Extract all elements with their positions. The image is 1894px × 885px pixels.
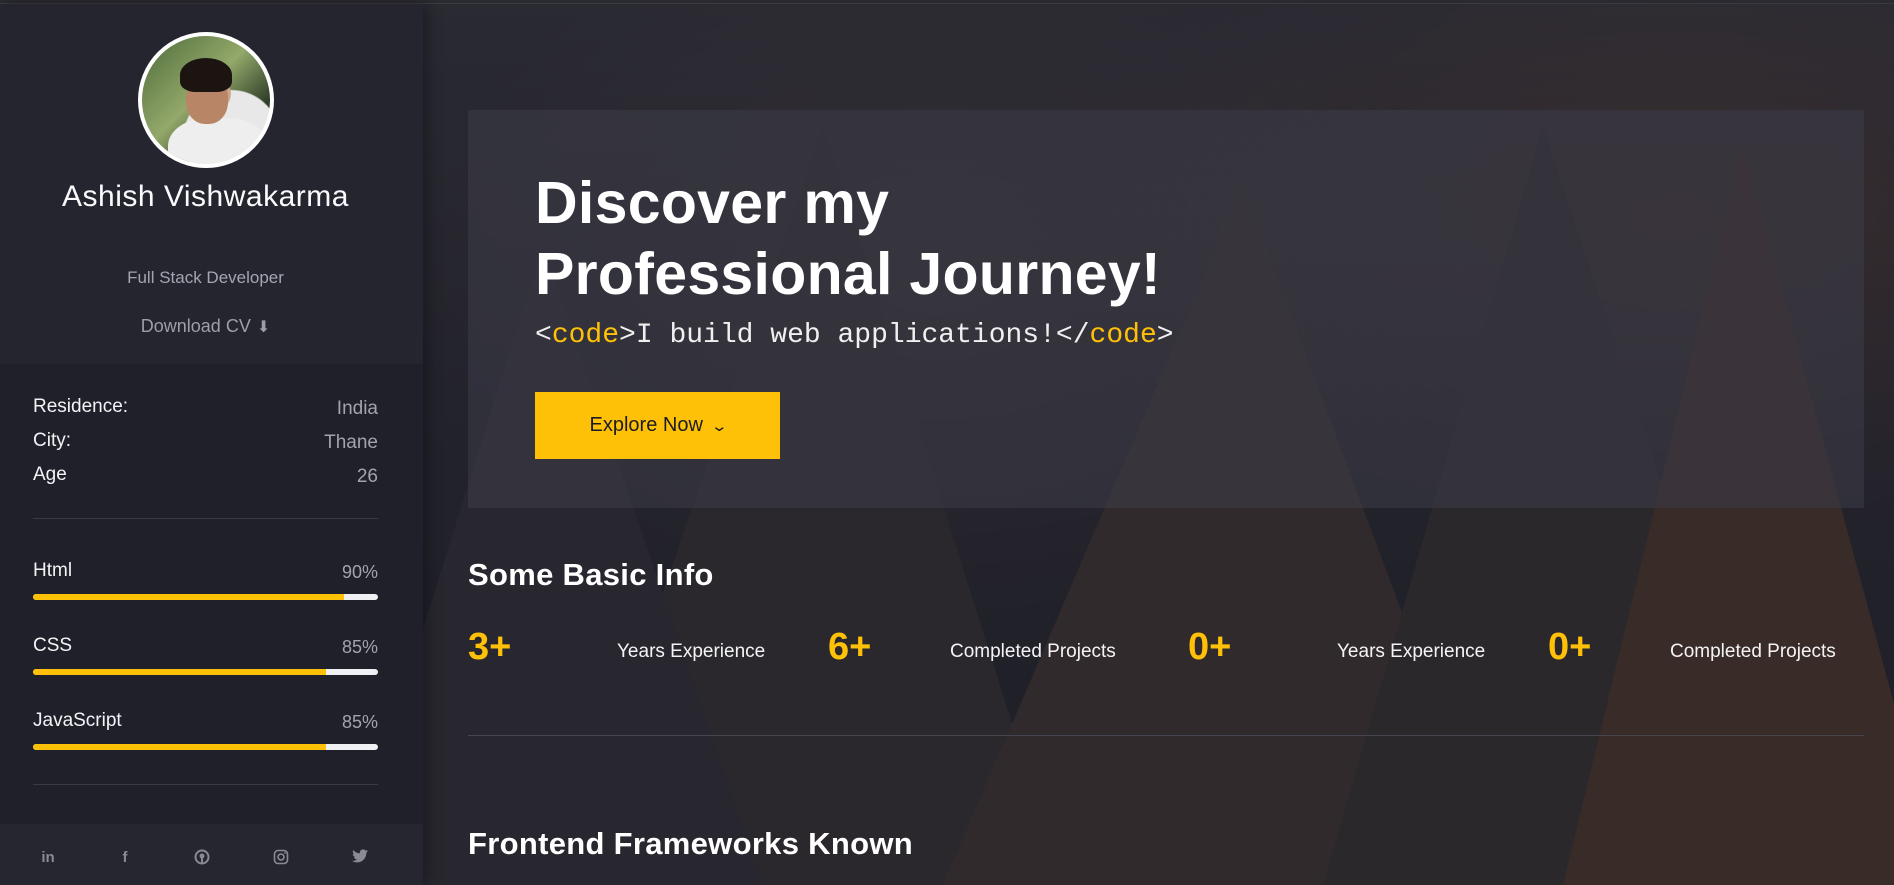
- sidebar: Ashish Vishwakarma Full Stack Developer …: [0, 4, 423, 885]
- explore-now-label: Explore Now: [589, 414, 703, 436]
- linkedin-icon[interactable]: in: [36, 849, 60, 871]
- code-tag: code: [1089, 320, 1157, 351]
- skill-name: JavaScript: [33, 710, 122, 731]
- profile-role: Full Stack Developer: [127, 268, 284, 287]
- divider: [33, 784, 378, 785]
- divider: [33, 518, 378, 519]
- skill-percent: 90%: [341, 562, 378, 582]
- skills-list: Html 90% CSS 85% JavaScript 85%: [33, 560, 378, 785]
- twitter-icon[interactable]: [348, 849, 372, 871]
- divider: [468, 735, 1864, 736]
- profile-name-text: Ashish Vishwakarma: [62, 180, 349, 213]
- skill-progress-fill: [33, 744, 327, 750]
- stat-label: Completed Projects: [950, 641, 1116, 662]
- stat-label: Completed Projects: [1670, 641, 1836, 662]
- stats-row: 3+ Years Experience 6+ Completed Project…: [468, 626, 1864, 676]
- skill-progress-bar: [33, 594, 378, 600]
- hero-code-tagline: <code>I build web applications!</code>: [535, 320, 1174, 351]
- stat-number: 6+: [828, 626, 872, 668]
- code-tag: code: [551, 320, 620, 351]
- download-cv-label: Download CV: [140, 316, 251, 336]
- stat-number: 0+: [1548, 626, 1592, 668]
- skill-name: Html: [33, 560, 73, 581]
- info-key: Residence:: [33, 396, 129, 417]
- info-key: City:: [33, 430, 71, 451]
- skill-percent: 85%: [341, 712, 378, 732]
- code-bracket: >: [1156, 320, 1174, 351]
- chevron-down-icon: ⌄: [710, 417, 728, 435]
- code-bracket: >: [619, 320, 636, 351]
- stat-label: Years Experience: [1337, 641, 1486, 662]
- skill-percent: 85%: [341, 637, 378, 657]
- profile-name: Ashish Vishwakarma: [0, 178, 411, 215]
- info-value: 26: [356, 466, 378, 487]
- info-row-age: Age 26: [33, 464, 378, 498]
- profile-card: Ashish Vishwakarma Full Stack Developer …: [0, 4, 423, 364]
- hero-banner: Discover my Professional Journey! <code>…: [468, 110, 1864, 508]
- code-text: I build web applications!: [635, 320, 1056, 351]
- info-row-residence: Residence: India: [33, 396, 378, 430]
- skill-name: CSS: [33, 635, 73, 656]
- basic-info-title: Some Basic Info: [468, 557, 714, 592]
- code-bracket: </: [1055, 320, 1090, 351]
- facebook-icon[interactable]: f: [113, 849, 137, 871]
- stat-number: 3+: [468, 626, 512, 668]
- skill-css: CSS 85%: [33, 635, 378, 710]
- skill-html: Html 90%: [33, 560, 378, 635]
- info-value: Thane: [324, 432, 378, 453]
- hero-title-line: Professional Journey!: [535, 241, 1161, 307]
- skill-progress-fill: [33, 594, 344, 600]
- skill-progress-bar: [33, 669, 378, 675]
- info-value: India: [336, 398, 378, 419]
- main-content: Discover my Professional Journey! <code>…: [423, 4, 1894, 885]
- personal-info: Residence: India City: Thane Age 26: [33, 396, 378, 498]
- github-icon[interactable]: [190, 849, 214, 871]
- download-cv-link[interactable]: Download CV ⬇: [0, 316, 411, 337]
- stat-number: 0+: [1188, 626, 1232, 668]
- code-bracket: <: [535, 320, 552, 351]
- skill-progress-fill: [33, 669, 327, 675]
- avatar: [138, 32, 274, 168]
- download-icon: ⬇: [256, 319, 271, 336]
- skill-javascript: JavaScript 85%: [33, 710, 378, 785]
- skill-progress-bar: [33, 744, 378, 750]
- hero-title-line: Discover my: [535, 170, 890, 236]
- stat-label: Years Experience: [617, 641, 766, 662]
- info-row-city: City: Thane: [33, 430, 378, 464]
- social-links: in f: [0, 824, 423, 885]
- frameworks-title: Frontend Frameworks Known: [468, 826, 913, 861]
- info-key: Age: [33, 464, 67, 485]
- instagram-icon[interactable]: [269, 849, 293, 871]
- hero-title: Discover my Professional Journey!: [535, 168, 1335, 310]
- explore-now-button[interactable]: Explore Now ⌄: [535, 392, 780, 459]
